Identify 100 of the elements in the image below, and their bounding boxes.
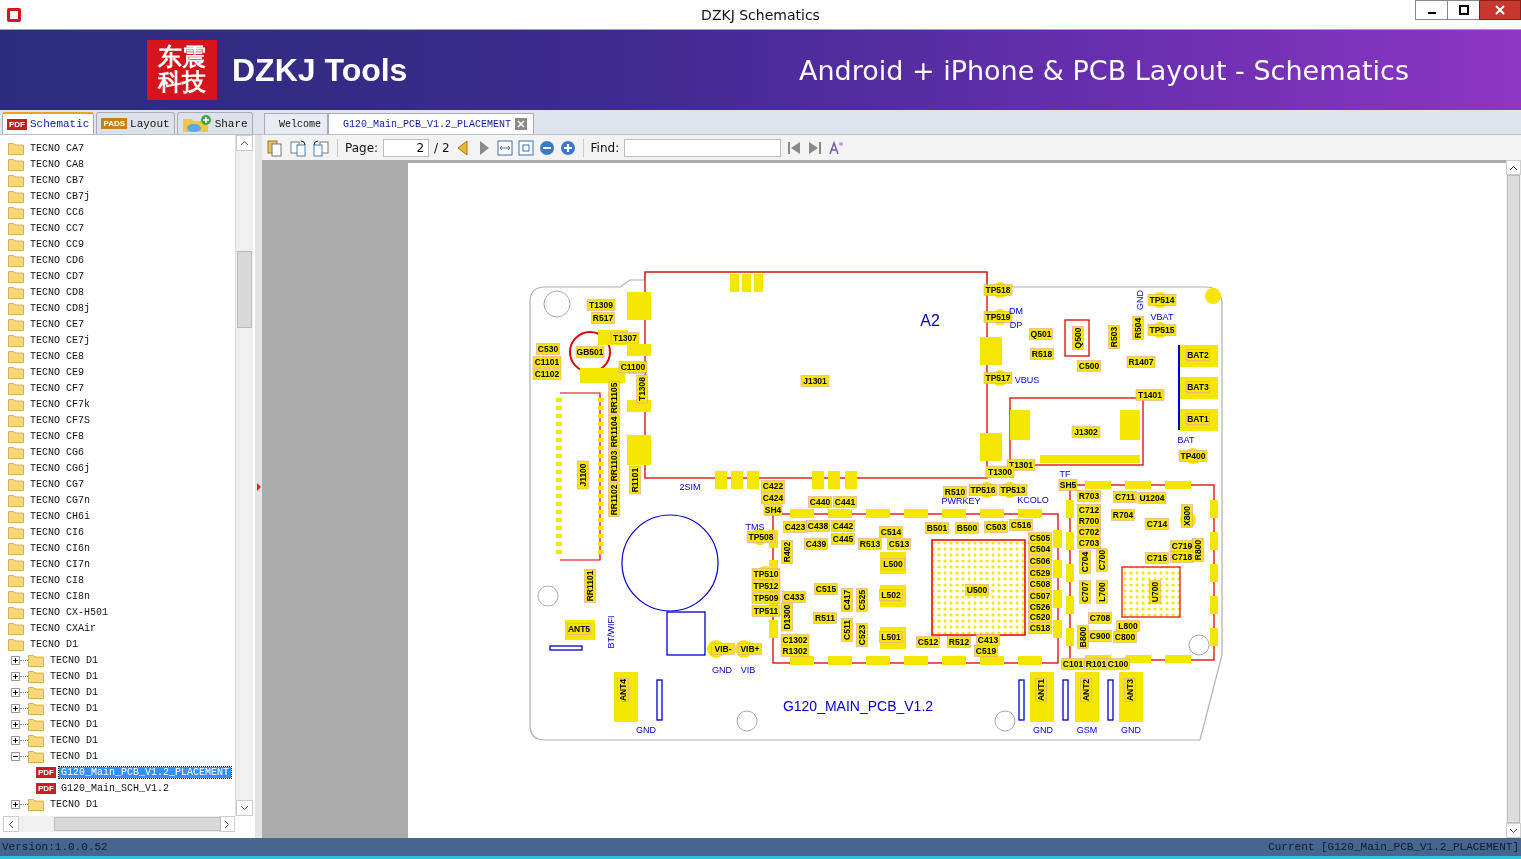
tree-item[interactable]: TECNO CG6 <box>28 446 86 458</box>
scroll-down-button[interactable] <box>1506 823 1521 838</box>
close-tab-icon[interactable] <box>515 118 528 130</box>
tree-item[interactable]: TECNO CD8j <box>28 302 92 314</box>
connector-pin <box>556 486 562 490</box>
document-tab[interactable]: Welcome <box>264 113 328 134</box>
rotate-page-icon[interactable] <box>289 138 307 157</box>
component-label: C503 <box>984 521 1008 533</box>
scroll-thumb[interactable] <box>1507 175 1520 823</box>
tree-item[interactable]: TECNO CE7 <box>28 318 86 330</box>
tree-item[interactable]: TECNO CC6 <box>28 206 86 218</box>
zoom-out-icon[interactable] <box>538 139 555 156</box>
tree-item[interactable]: TECNO CH6i <box>28 510 92 522</box>
tree-item[interactable]: TECNO D1 <box>48 702 100 714</box>
expand-icon[interactable] <box>11 703 20 713</box>
tree-item[interactable]: G120_Main_SCH_V1.2 <box>59 782 172 794</box>
expand-icon[interactable] <box>11 671 20 681</box>
tree-item[interactable]: TECNO CD8 <box>28 286 86 298</box>
tree-item[interactable]: TECNO CI7n <box>28 558 92 570</box>
tree-item[interactable]: TECNO D1 <box>48 654 100 666</box>
expand-icon[interactable] <box>11 719 20 729</box>
collapse-icon[interactable] <box>11 751 20 761</box>
shield-pad <box>1165 481 1191 489</box>
expand-icon[interactable] <box>11 655 20 665</box>
tree-item[interactable]: TECNO CE7j <box>28 334 92 346</box>
tree-item[interactable]: TECNO CF8 <box>28 430 86 442</box>
tree-item[interactable]: TECNO D1 <box>48 718 100 730</box>
component-label: TP509 <box>751 592 781 604</box>
tree-item[interactable]: TECNO CF7k <box>28 398 92 410</box>
connector-pin <box>598 542 604 546</box>
tree-item[interactable]: TECNO CXAir <box>28 622 98 634</box>
tree-item[interactable]: TECNO CD7 <box>28 270 86 282</box>
zoom-in-icon[interactable] <box>559 139 576 156</box>
tree-item[interactable]: TECNO CX-H501 <box>28 606 110 618</box>
component-label: J1100 <box>577 460 589 490</box>
collapse-arrow-icon[interactable] <box>256 482 261 491</box>
tree-item[interactable]: TECNO CF7 <box>28 382 86 394</box>
scroll-up-button[interactable] <box>1506 160 1521 175</box>
panel-tab[interactable]: Share <box>176 112 253 134</box>
tree-item[interactable]: TECNO CG7 <box>28 478 86 490</box>
tree-item[interactable]: TECNO CF7S <box>28 414 92 426</box>
net-label: GND <box>712 665 732 676</box>
tree-item[interactable]: TECNO CD6 <box>28 254 86 266</box>
folder-icon <box>8 205 24 219</box>
tree-item[interactable]: TECNO CA7 <box>28 142 86 154</box>
minimize-button[interactable] <box>1415 0 1448 20</box>
component-label: BAT1 <box>1186 413 1210 425</box>
find-previous-icon[interactable] <box>786 139 803 156</box>
tree-item[interactable]: TECNO D1 <box>48 670 100 682</box>
fit-page-icon[interactable] <box>517 139 534 156</box>
minimize-icon <box>1427 12 1436 14</box>
expand-icon[interactable] <box>11 735 20 745</box>
tree-item[interactable]: TECNO CA8 <box>28 158 86 170</box>
tree-item[interactable]: TECNO CB7 <box>28 174 86 186</box>
tree-item[interactable]: TECNO D1 <box>48 798 100 810</box>
tree-item[interactable]: TECNO CI6n <box>28 542 92 554</box>
tree-item[interactable]: TECNO CE9 <box>28 366 86 378</box>
scroll-up-button[interactable] <box>236 135 253 151</box>
maximize-button[interactable] <box>1447 0 1480 20</box>
expand-icon[interactable] <box>11 799 20 809</box>
tree-item[interactable]: TECNO CG7n <box>28 494 92 506</box>
tree-item[interactable]: TECNO CI8n <box>28 590 92 602</box>
mounting-hole <box>736 710 758 732</box>
folder-icon <box>8 573 24 587</box>
component-label: TP518 <box>983 284 1013 296</box>
panel-tab[interactable]: PADS Layout <box>96 112 175 134</box>
component-label: C525 <box>856 588 868 612</box>
tab-label[interactable]: Welcome <box>279 118 321 130</box>
close-button[interactable] <box>1479 0 1521 20</box>
tab-label[interactable]: G120_Main_PCB_V1.2_PLACEMENT <box>343 118 512 130</box>
copy-icon[interactable] <box>266 138 284 157</box>
page-field[interactable]: 2 <box>383 138 430 157</box>
find-field[interactable] <box>624 138 782 157</box>
tree-item[interactable]: TECNO D1 <box>48 750 100 762</box>
solder-pad <box>580 368 625 383</box>
tree-item[interactable]: TECNO D1 <box>48 734 100 746</box>
find-next-icon[interactable] <box>807 139 824 156</box>
shield-pad <box>942 656 966 665</box>
document-tab[interactable]: G120_Main_PCB_V1.2_PLACEMENT <box>328 113 535 134</box>
scroll-thumb[interactable] <box>237 251 252 328</box>
fit-width-icon[interactable] <box>496 139 513 156</box>
highlight-icon[interactable] <box>828 139 845 156</box>
component-label: ANT2 <box>1080 678 1092 702</box>
tree-item[interactable]: TECNO CI6 <box>28 526 86 538</box>
tree-item[interactable]: TECNO D1 <box>28 638 80 650</box>
tree-item[interactable]: TECNO CC7 <box>28 222 86 234</box>
tree-item[interactable]: TECNO D1 <box>48 686 100 698</box>
connector-pin <box>598 502 604 506</box>
scroll-thumb[interactable] <box>54 817 221 831</box>
panel-tab[interactable]: PDF Schematic <box>2 112 95 134</box>
tree-item[interactable]: TECNO CC9 <box>28 238 86 250</box>
rotate-page-icon[interactable] <box>312 138 330 157</box>
scroll-down-button[interactable] <box>236 800 253 816</box>
cloud-folder-icon <box>181 114 212 133</box>
expand-icon[interactable] <box>11 687 20 697</box>
tree-item[interactable]: TECNO CI8 <box>28 574 86 586</box>
tree-item[interactable]: TECNO CE8 <box>28 350 86 362</box>
scroll-left-button[interactable] <box>3 816 19 832</box>
tree-item[interactable]: TECNO CB7j <box>28 190 92 202</box>
tree-item[interactable]: TECNO CG6j <box>28 462 92 474</box>
